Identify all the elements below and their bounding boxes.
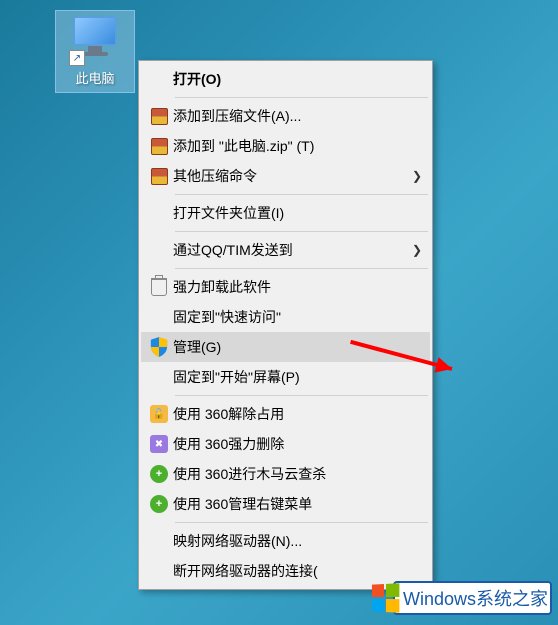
menu-item-add-archive[interactable]: 添加到压缩文件(A)... — [141, 101, 430, 131]
watermark-text: Windows系统之家 — [393, 581, 552, 615]
menu-item-360-unlock[interactable]: 🔓 使用 360解除占用 — [141, 399, 430, 429]
archive-icon — [151, 138, 168, 155]
menu-item-360-force-delete[interactable]: ✖ 使用 360强力删除 — [141, 429, 430, 459]
empty-icon — [145, 68, 173, 90]
unlock-icon: 🔓 — [150, 405, 168, 423]
menu-separator — [175, 97, 428, 98]
menu-separator — [175, 231, 428, 232]
manage-menu-icon: + — [150, 495, 168, 513]
menu-separator — [175, 395, 428, 396]
menu-item-send-qq[interactable]: 通过QQ/TIM发送到 ❯ — [141, 235, 430, 265]
menu-item-pin-quick-access[interactable]: 固定到"快速访问" — [141, 302, 430, 332]
menu-separator — [175, 522, 428, 523]
archive-icon — [151, 108, 168, 125]
trash-icon — [151, 278, 167, 296]
windows-logo-icon — [372, 583, 399, 612]
menu-separator — [175, 268, 428, 269]
empty-icon — [145, 366, 173, 388]
force-delete-icon: ✖ — [150, 435, 168, 453]
menu-separator — [175, 194, 428, 195]
scan-icon: + — [150, 465, 168, 483]
menu-item-other-compress[interactable]: 其他压缩命令 ❯ — [141, 161, 430, 191]
menu-item-force-uninstall[interactable]: 强力卸载此软件 — [141, 272, 430, 302]
menu-item-360-scan[interactable]: + 使用 360进行木马云查杀 — [141, 459, 430, 489]
menu-item-360-manage-menu[interactable]: + 使用 360管理右键菜单 — [141, 489, 430, 519]
empty-icon — [145, 239, 173, 261]
empty-icon — [145, 306, 173, 328]
archive-icon — [151, 168, 168, 185]
computer-icon: ↗ — [71, 16, 119, 64]
menu-item-open[interactable]: 打开(O) — [141, 64, 430, 94]
shield-icon — [150, 337, 168, 357]
menu-item-manage[interactable]: 管理(G) — [141, 332, 430, 362]
desktop-icon-label: 此电脑 — [75, 68, 114, 87]
chevron-right-icon: ❯ — [412, 243, 422, 257]
empty-icon — [145, 202, 173, 224]
menu-item-add-zip[interactable]: 添加到 "此电脑.zip" (T) — [141, 131, 430, 161]
empty-icon — [145, 560, 173, 582]
menu-item-map-drive[interactable]: 映射网络驱动器(N)... — [141, 526, 430, 556]
menu-item-pin-start[interactable]: 固定到"开始"屏幕(P) — [141, 362, 430, 392]
shortcut-arrow-icon: ↗ — [69, 50, 85, 66]
empty-icon — [145, 530, 173, 552]
watermark: Windows系统之家 — [365, 579, 558, 617]
context-menu: 打开(O) 添加到压缩文件(A)... 添加到 "此电脑.zip" (T) 其他… — [138, 60, 433, 590]
desktop-icon-this-pc[interactable]: ↗ 此电脑 — [55, 10, 135, 93]
chevron-right-icon: ❯ — [412, 169, 422, 183]
menu-item-open-location[interactable]: 打开文件夹位置(I) — [141, 198, 430, 228]
